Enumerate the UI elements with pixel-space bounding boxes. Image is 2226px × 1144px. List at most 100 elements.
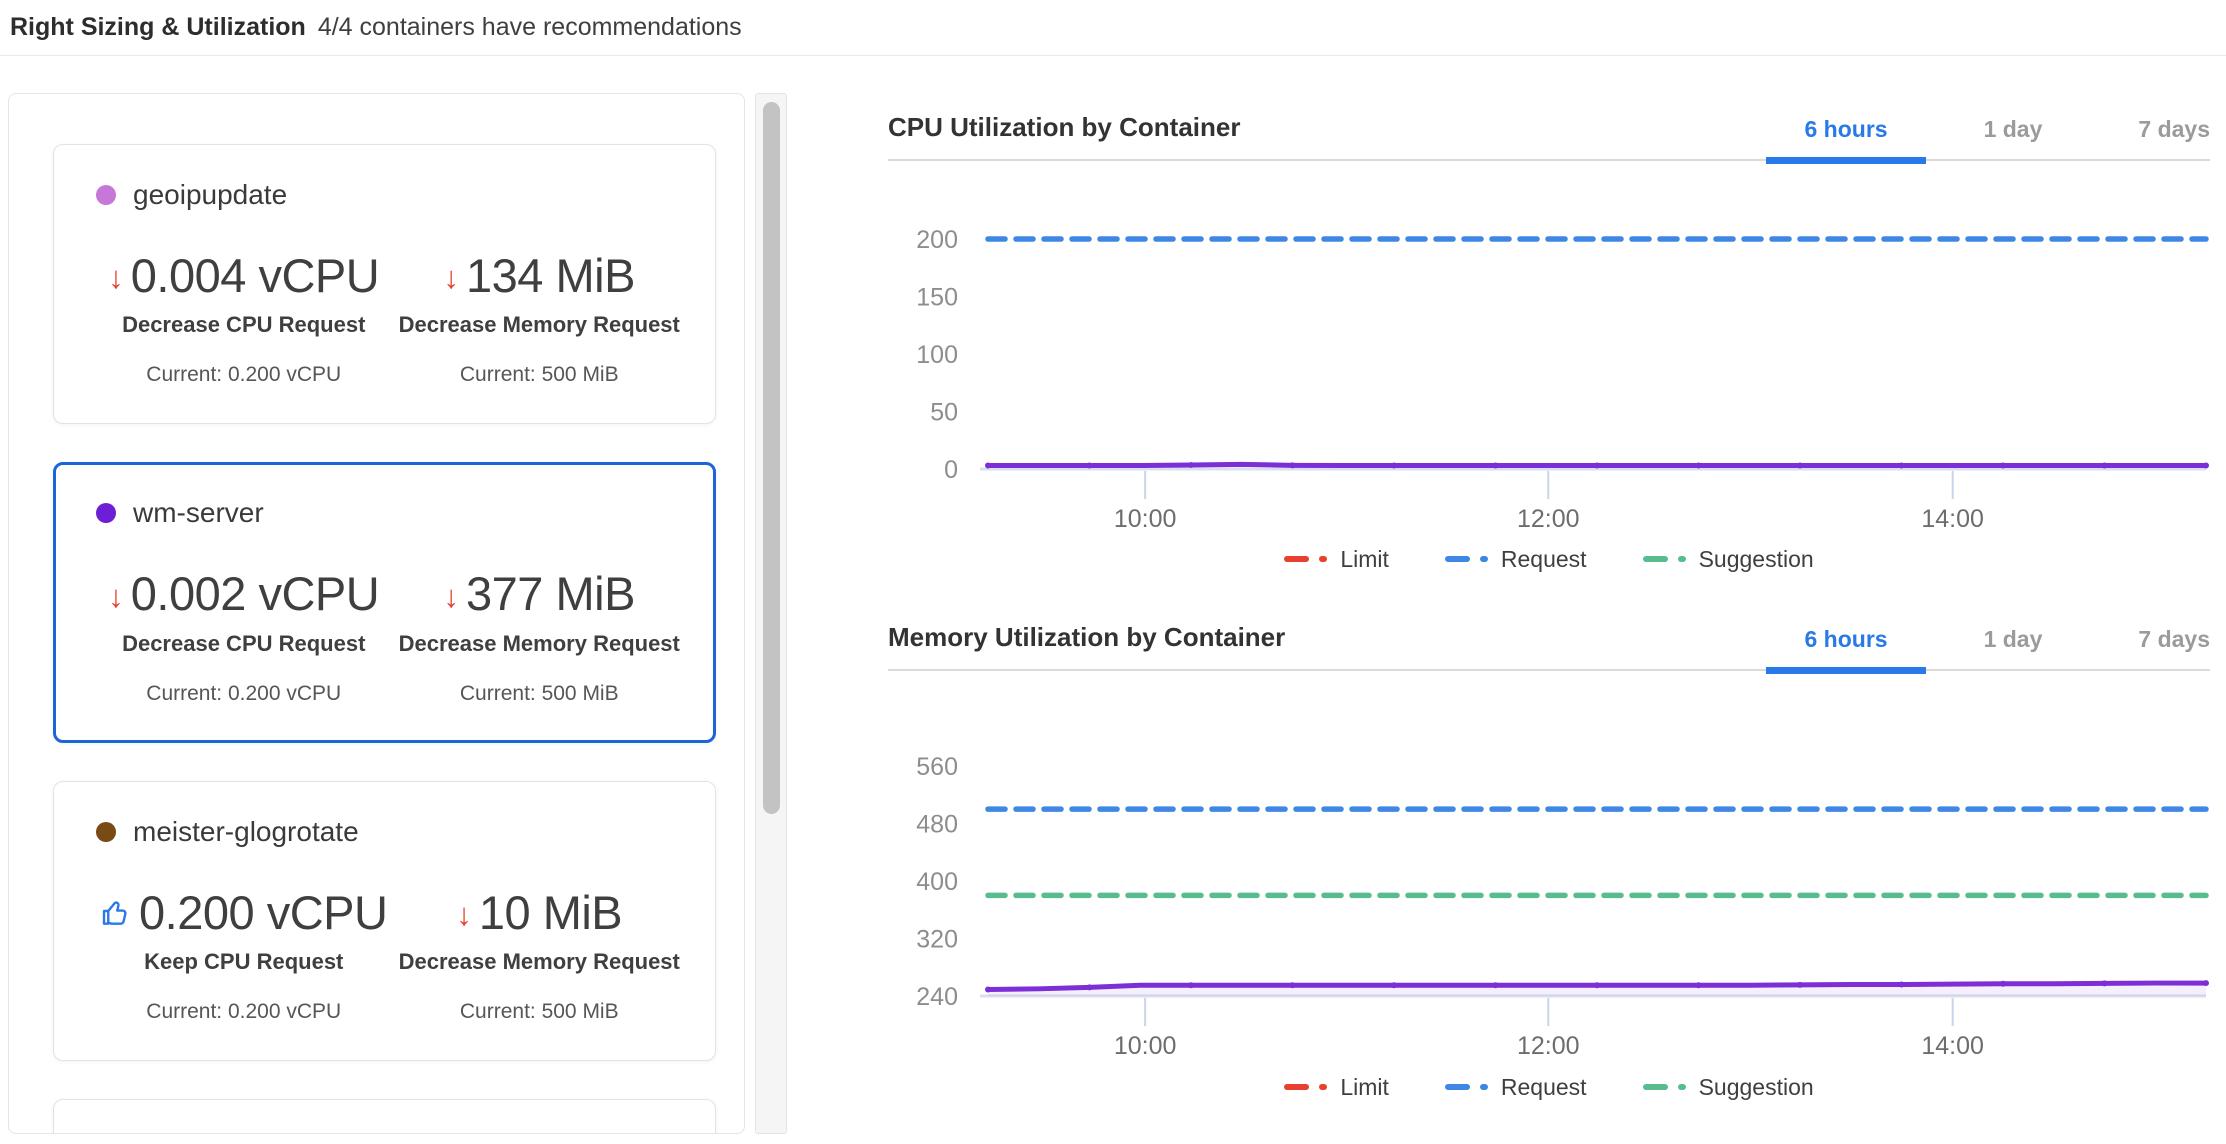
card-header: wm-server bbox=[96, 497, 687, 529]
time-range-tabs: 6 hours 1 day 7 days bbox=[1708, 116, 2210, 143]
memory-recommendation: ↓ 10 MiB Decrease Memory Request Current… bbox=[392, 888, 688, 1024]
svg-text:12:00: 12:00 bbox=[1517, 1032, 1580, 1060]
cpu-recommend-value: 0.002 vCPU bbox=[131, 569, 379, 618]
legend-item-suggestion: Suggestion bbox=[1643, 1074, 1814, 1101]
cpu-recommendation: ↓ 0.002 vCPU Decrease CPU Request Curren… bbox=[96, 569, 392, 705]
cpu-chart-canvas: 0 50 100 150 200 10:00 12:00 14:00 bbox=[888, 161, 2210, 538]
container-name: meister-glogrotate bbox=[133, 816, 359, 848]
card-metrics: ↓ 0.004 vCPU Decrease CPU Request Curren… bbox=[96, 251, 687, 387]
card-header: meister-glogrotate bbox=[96, 816, 687, 848]
limit-dash-icon bbox=[1284, 556, 1327, 562]
memory-recommendation: ↓ 377 MiB Decrease Memory Request Curren… bbox=[392, 569, 688, 705]
container-card-partial[interactable] bbox=[53, 1099, 716, 1134]
memory-recommendation: ↓ 134 MiB Decrease Memory Request Curren… bbox=[392, 251, 688, 387]
decrease-arrow-icon: ↓ bbox=[444, 262, 460, 293]
cpu-recommend-value: 0.200 vCPU bbox=[139, 888, 387, 937]
thumbs-up-icon bbox=[100, 897, 132, 929]
tab-7-days[interactable]: 7 days bbox=[2138, 626, 2210, 653]
legend-item-request: Request bbox=[1445, 546, 1587, 573]
svg-text:50: 50 bbox=[930, 399, 958, 427]
cpu-action-label: Decrease CPU Request bbox=[122, 631, 365, 657]
svg-text:320: 320 bbox=[916, 926, 958, 954]
page-subtitle: 4/4 containers have recommendations bbox=[318, 13, 742, 42]
decrease-arrow-icon: ↓ bbox=[444, 581, 460, 612]
card-header: geoipupdate bbox=[96, 179, 687, 211]
right-sizing-page: Right Sizing & Utilization 4/4 container… bbox=[0, 0, 2226, 1144]
card-metrics: 0.200 vCPU Keep CPU Request Current: 0.2… bbox=[96, 888, 687, 1024]
container-name: wm-server bbox=[133, 497, 264, 529]
page-header: Right Sizing & Utilization 4/4 container… bbox=[0, 0, 2226, 56]
memory-recommend-value: 134 MiB bbox=[466, 251, 635, 300]
svg-text:0: 0 bbox=[944, 456, 958, 484]
decrease-arrow-icon: ↓ bbox=[108, 262, 124, 293]
limit-dash-icon bbox=[1284, 1084, 1327, 1090]
memory-recommend-value: 377 MiB bbox=[466, 569, 635, 618]
legend-item-suggestion: Suggestion bbox=[1643, 546, 1814, 573]
cpu-current-label: Current: 0.200 vCPU bbox=[146, 1000, 341, 1024]
memory-action-label: Decrease Memory Request bbox=[399, 631, 680, 657]
svg-text:240: 240 bbox=[916, 983, 958, 1011]
memory-chart-title: Memory Utilization by Container bbox=[888, 622, 1285, 653]
memory-chart-legend: Limit Request Suggestion bbox=[888, 1070, 2210, 1104]
card-metrics: ↓ 0.002 vCPU Decrease CPU Request Curren… bbox=[96, 569, 687, 705]
container-list-panel: geoipupdate ↓ 0.004 vCPU Decrease CPU Re… bbox=[8, 93, 745, 1134]
tab-1-day[interactable]: 1 day bbox=[1984, 116, 2043, 143]
svg-text:10:00: 10:00 bbox=[1114, 505, 1177, 533]
cpu-chart-header: CPU Utilization by Container 6 hours 1 d… bbox=[888, 112, 2210, 161]
tab-7-days[interactable]: 7 days bbox=[2138, 116, 2210, 143]
cpu-recommendation: ↓ 0.004 vCPU Decrease CPU Request Curren… bbox=[96, 251, 392, 387]
time-range-tabs: 6 hours 1 day 7 days bbox=[1708, 626, 2210, 653]
svg-text:560: 560 bbox=[916, 753, 958, 781]
decrease-arrow-icon: ↓ bbox=[456, 899, 472, 930]
cpu-action-label: Keep CPU Request bbox=[144, 949, 343, 975]
memory-action-label: Decrease Memory Request bbox=[399, 949, 680, 975]
memory-current-label: Current: 500 MiB bbox=[460, 1000, 619, 1024]
memory-chart-header: Memory Utilization by Container 6 hours … bbox=[888, 622, 2210, 671]
legend-item-limit: Limit bbox=[1284, 1074, 1389, 1101]
svg-text:150: 150 bbox=[916, 284, 958, 312]
decrease-arrow-icon: ↓ bbox=[108, 581, 124, 612]
memory-chart-block: Memory Utilization by Container 6 hours … bbox=[888, 622, 2210, 1104]
container-card-meister-glogrotate[interactable]: meister-glogrotate 0.200 vCPU Keep CPU R… bbox=[53, 781, 716, 1061]
legend-item-request: Request bbox=[1445, 1074, 1587, 1101]
charts-column: CPU Utilization by Container 6 hours 1 d… bbox=[888, 112, 2210, 1104]
panel-scrollbar-track[interactable] bbox=[755, 93, 787, 1134]
tab-6-hours[interactable]: 6 hours bbox=[1804, 626, 1887, 653]
page-title: Right Sizing & Utilization bbox=[10, 13, 306, 42]
cpu-chart-legend: Limit Request Suggestion bbox=[888, 542, 2210, 576]
svg-text:14:00: 14:00 bbox=[1921, 1032, 1984, 1060]
cpu-recommendation: 0.200 vCPU Keep CPU Request Current: 0.2… bbox=[96, 888, 392, 1024]
request-dash-icon bbox=[1445, 556, 1488, 562]
svg-text:12:00: 12:00 bbox=[1517, 505, 1580, 533]
cpu-chart-title: CPU Utilization by Container bbox=[888, 112, 1240, 143]
cpu-recommend-value: 0.004 vCPU bbox=[131, 251, 379, 300]
svg-text:400: 400 bbox=[916, 868, 958, 896]
cpu-current-label: Current: 0.200 vCPU bbox=[146, 363, 341, 387]
suggestion-dash-icon bbox=[1643, 1084, 1686, 1090]
container-color-dot bbox=[96, 185, 116, 205]
container-color-dot bbox=[96, 822, 116, 842]
cpu-chart-block: CPU Utilization by Container 6 hours 1 d… bbox=[888, 112, 2210, 576]
tab-1-day[interactable]: 1 day bbox=[1984, 626, 2043, 653]
cpu-action-label: Decrease CPU Request bbox=[122, 312, 365, 338]
svg-text:14:00: 14:00 bbox=[1921, 505, 1984, 533]
suggestion-dash-icon bbox=[1643, 556, 1686, 562]
memory-recommend-value: 10 MiB bbox=[479, 888, 622, 937]
memory-current-label: Current: 500 MiB bbox=[460, 363, 619, 387]
container-name: geoipupdate bbox=[133, 179, 287, 211]
request-dash-icon bbox=[1445, 1084, 1488, 1090]
legend-item-limit: Limit bbox=[1284, 546, 1389, 573]
svg-text:100: 100 bbox=[916, 341, 958, 369]
svg-text:480: 480 bbox=[916, 811, 958, 839]
svg-text:200: 200 bbox=[916, 226, 958, 254]
tab-6-hours[interactable]: 6 hours bbox=[1804, 116, 1887, 143]
container-color-dot bbox=[96, 503, 116, 523]
container-card-geoipupdate[interactable]: geoipupdate ↓ 0.004 vCPU Decrease CPU Re… bbox=[53, 144, 716, 424]
container-card-wm-server[interactable]: wm-server ↓ 0.002 vCPU Decrease CPU Requ… bbox=[53, 462, 716, 742]
memory-chart-canvas: 240 320 400 480 560 10:00 12:00 14:00 bbox=[888, 671, 2210, 1066]
memory-current-label: Current: 500 MiB bbox=[460, 682, 619, 706]
memory-action-label: Decrease Memory Request bbox=[399, 312, 680, 338]
cpu-current-label: Current: 0.200 vCPU bbox=[146, 682, 341, 706]
panel-scrollbar-thumb[interactable] bbox=[763, 102, 780, 814]
svg-text:10:00: 10:00 bbox=[1114, 1032, 1177, 1060]
